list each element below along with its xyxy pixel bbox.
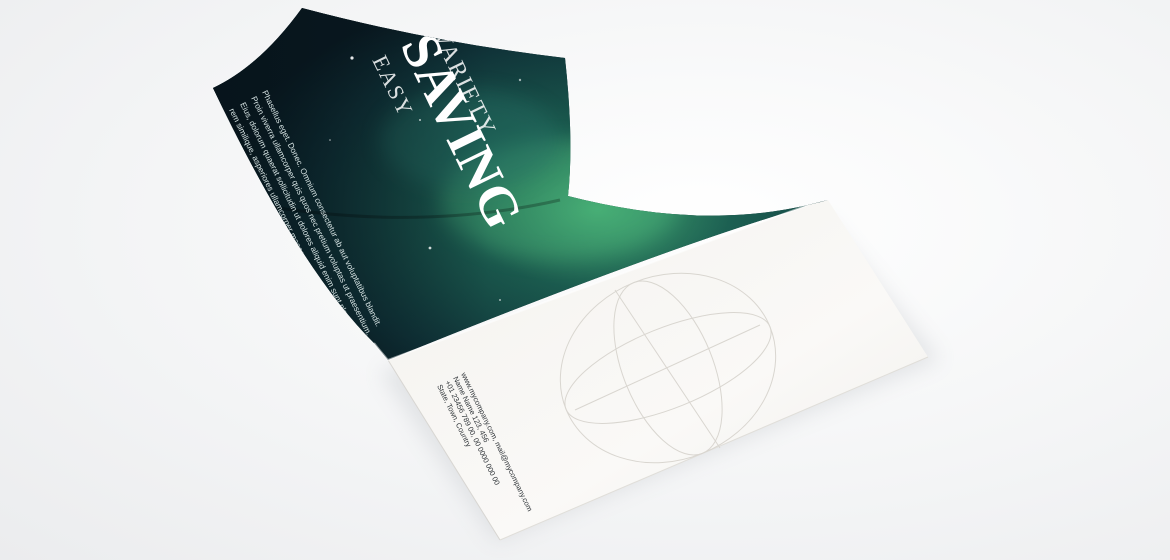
brochure-mockup-scene: VARIETY SAVING EASY Phasellus eget. Done… [213,8,940,542]
